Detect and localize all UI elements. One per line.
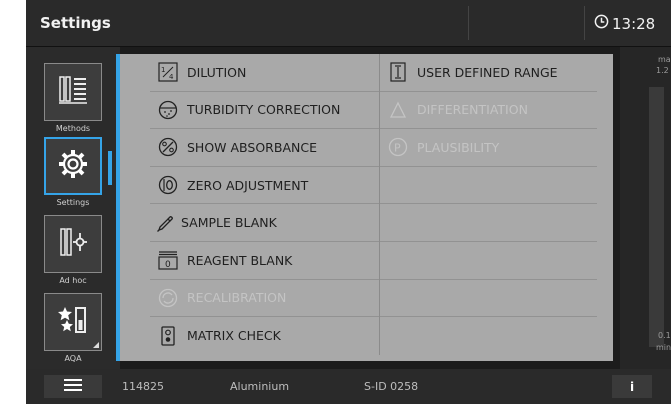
svg-text:1: 1 xyxy=(161,66,165,74)
empty-slot xyxy=(380,317,597,355)
top-bar: Settings 13:28 xyxy=(26,0,671,47)
dilution-icon: 14 xyxy=(158,62,178,82)
option-label: ZERO ADJUSTMENT xyxy=(187,177,309,193)
sidebar-label-settings: Settings xyxy=(56,198,90,207)
option-label: REAGENT BLANK xyxy=(187,252,293,268)
settings-popup: 14 DILUTION TURBIDITY CORRECTION SHOW AB… xyxy=(116,54,613,361)
sidebar-item-methods[interactable]: Methods xyxy=(43,63,103,133)
delta-icon xyxy=(388,100,408,120)
option-label: SAMPLE BLANK xyxy=(181,215,277,231)
option-show-absorbance[interactable]: SHOW ABSORBANCE xyxy=(150,129,379,167)
svg-text:4: 4 xyxy=(169,73,174,81)
topbar-divider xyxy=(584,6,585,40)
methods-tile[interactable] xyxy=(44,63,102,121)
clock-icon xyxy=(594,14,609,33)
settings-tile[interactable] xyxy=(44,137,102,195)
topbar-divider xyxy=(468,6,469,40)
right-options-column: USER DEFINED RANGE DIFFERENTIATION P PLA… xyxy=(379,54,597,355)
option-label: TURBIDITY CORRECTION xyxy=(187,102,341,118)
option-label: DIFFERENTIATION xyxy=(417,102,528,118)
sidebar: Methods Settings Ad hoc AQA xyxy=(26,47,120,369)
option-label: USER DEFINED RANGE xyxy=(417,64,558,80)
sidebar-item-aqa[interactable]: AQA xyxy=(43,293,103,363)
right-panel-bottom-value: 0.1 xyxy=(658,331,671,340)
recalibration-icon xyxy=(158,288,178,308)
ad-hoc-tile[interactable] xyxy=(44,215,102,273)
hamburger-icon xyxy=(64,379,82,394)
right-panel-bar xyxy=(649,87,664,347)
empty-slot xyxy=(380,242,597,280)
ad-hoc-icon xyxy=(57,225,89,263)
method-id: 114825 xyxy=(122,380,164,393)
menu-button[interactable] xyxy=(44,375,102,398)
option-label: DILUTION xyxy=(187,64,247,80)
clock-time: 13:28 xyxy=(612,14,656,33)
methods-icon xyxy=(57,73,89,111)
svg-text:P: P xyxy=(394,142,401,155)
right-panel-top-value: 1.2 xyxy=(656,66,669,75)
reagent-blank-icon: 0 xyxy=(158,250,178,270)
gear-icon xyxy=(57,148,89,184)
option-zero-adjustment[interactable]: ZERO ADJUSTMENT xyxy=(150,167,379,205)
sidebar-label-methods: Methods xyxy=(55,124,91,133)
option-turbidity-correction[interactable]: TURBIDITY CORRECTION xyxy=(150,92,379,130)
option-label: PLAUSIBILITY xyxy=(417,139,500,155)
page-title: Settings xyxy=(40,14,111,32)
aqa-icon xyxy=(57,304,89,340)
corner-triangle-icon xyxy=(93,342,99,348)
parameter-name: Aluminium xyxy=(230,380,290,393)
plausibility-icon: P xyxy=(388,137,408,157)
options-grid: 14 DILUTION TURBIDITY CORRECTION SHOW AB… xyxy=(150,54,597,355)
empty-slot xyxy=(380,280,597,318)
aqa-tile[interactable] xyxy=(44,293,102,351)
matrix-check-icon xyxy=(158,326,178,346)
sidebar-label-aqa: AQA xyxy=(64,354,82,363)
range-icon xyxy=(388,62,408,82)
option-reagent-blank[interactable]: 0 REAGENT BLANK xyxy=(150,242,379,280)
empty-slot xyxy=(380,167,597,205)
option-plausibility[interactable]: P PLAUSIBILITY xyxy=(380,129,597,167)
option-label: SHOW ABSORBANCE xyxy=(187,139,317,155)
option-user-defined-range[interactable]: USER DEFINED RANGE xyxy=(380,54,597,92)
option-dilution[interactable]: 14 DILUTION xyxy=(150,54,379,92)
empty-slot xyxy=(380,204,597,242)
sidebar-item-settings[interactable]: Settings xyxy=(43,137,103,207)
option-recalibration[interactable]: RECALIBRATION xyxy=(150,280,379,318)
active-indicator xyxy=(108,151,112,185)
pipette-icon xyxy=(156,213,176,233)
right-panel: ma 1.2 0.1 min xyxy=(620,47,671,369)
absorbance-icon xyxy=(158,137,178,157)
clock: 13:28 xyxy=(594,14,655,33)
option-matrix-check[interactable]: MATRIX CHECK xyxy=(150,317,379,355)
bottom-bar: 114825 Aluminium S-ID 0258 i xyxy=(26,369,671,404)
right-panel-bottom-label: min xyxy=(656,343,671,352)
option-sample-blank[interactable]: SAMPLE BLANK xyxy=(150,204,379,242)
svg-text:0: 0 xyxy=(165,260,171,270)
sidebar-label-ad-hoc: Ad hoc xyxy=(59,276,87,285)
turbidity-icon xyxy=(158,100,178,120)
sample-id: S-ID 0258 xyxy=(364,380,419,393)
info-button[interactable]: i xyxy=(612,375,652,398)
left-options-column: 14 DILUTION TURBIDITY CORRECTION SHOW AB… xyxy=(150,54,379,355)
zero-adjust-icon xyxy=(158,175,178,195)
option-differentiation[interactable]: DIFFERENTIATION xyxy=(380,92,597,130)
option-label: MATRIX CHECK xyxy=(187,328,281,344)
option-label: RECALIBRATION xyxy=(187,290,287,306)
right-panel-top-label: ma xyxy=(658,55,671,64)
sidebar-item-ad-hoc[interactable]: Ad hoc xyxy=(43,215,103,285)
